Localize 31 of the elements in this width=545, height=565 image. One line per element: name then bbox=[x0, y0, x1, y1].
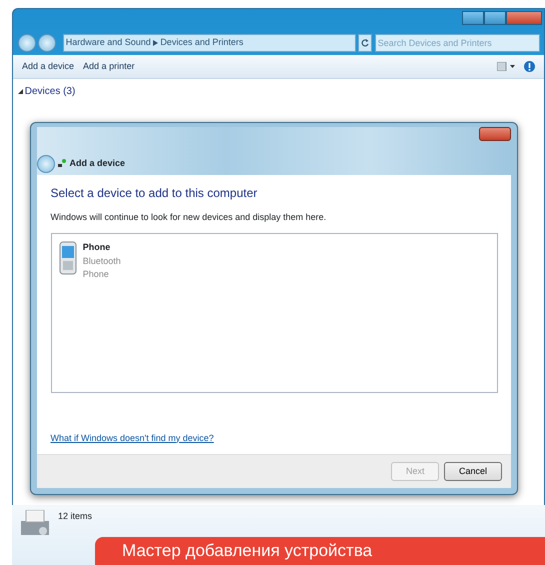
caption-banner: Мастер добавления устройства bbox=[95, 537, 545, 565]
device-connection: Bluetooth bbox=[82, 254, 121, 268]
breadcrumb-item[interactable]: Devices and Printers bbox=[160, 36, 244, 50]
view-options-icon[interactable] bbox=[497, 62, 515, 71]
dialog-heading: Select a device to add to this computer bbox=[50, 184, 258, 202]
refresh-icon bbox=[361, 39, 369, 47]
close-button[interactable] bbox=[506, 11, 542, 25]
maximize-button[interactable] bbox=[484, 11, 506, 25]
breadcrumb-separator-icon bbox=[153, 40, 158, 46]
search-field[interactable]: Search Devices and Printers bbox=[374, 34, 540, 52]
device-item[interactable]: Phone Bluetooth Phone bbox=[56, 238, 124, 284]
toolbar-button[interactable]: Add a printer bbox=[83, 60, 135, 74]
dialog-title: Add a device bbox=[70, 156, 126, 170]
dialog-description: Windows will continue to look for new devices and display them here. bbox=[50, 210, 328, 224]
forward-button[interactable] bbox=[38, 34, 56, 52]
breadcrumb-item[interactable]: Hardware and Sound bbox=[66, 36, 151, 50]
back-button[interactable] bbox=[18, 34, 36, 52]
item-count: 12 items bbox=[58, 510, 92, 522]
cancel-button[interactable]: Cancel bbox=[444, 462, 502, 482]
help-link[interactable]: What if Windows doesn't find my device? bbox=[50, 432, 214, 443]
address-bar[interactable]: Hardware and Sound Devices and Printers bbox=[62, 34, 356, 52]
toolbar-button[interactable]: Add a device bbox=[22, 60, 74, 74]
device-name: Phone bbox=[82, 241, 112, 254]
minimize-button[interactable] bbox=[462, 11, 484, 25]
printer-icon bbox=[21, 510, 49, 534]
collapse-icon[interactable] bbox=[18, 88, 22, 94]
group-header[interactable]: Devices (3) bbox=[24, 84, 76, 98]
close-button[interactable] bbox=[479, 127, 511, 141]
back-button[interactable] bbox=[37, 154, 55, 173]
refresh-button[interactable] bbox=[358, 34, 372, 52]
device-category: Phone bbox=[82, 268, 110, 282]
